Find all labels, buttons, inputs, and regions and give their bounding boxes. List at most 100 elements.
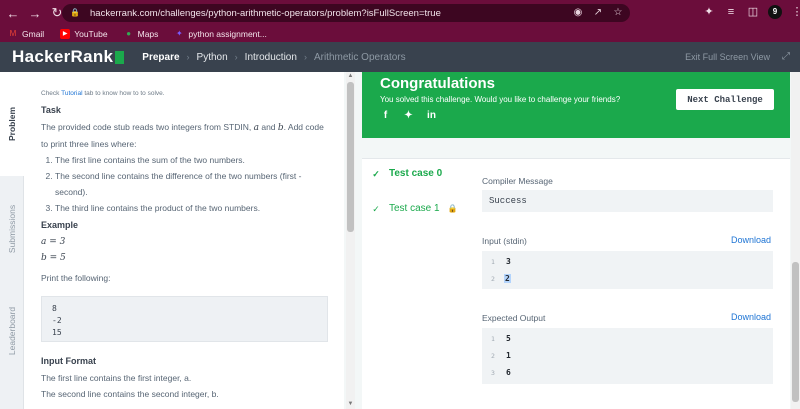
code-line: 1 3	[482, 253, 773, 270]
exit-fullscreen-link[interactable]: Exit Full Screen View	[685, 52, 770, 62]
side-panel-icon[interactable]: ◫	[746, 5, 760, 19]
share-icon[interactable]: ↗	[592, 7, 604, 19]
tab-label: Problem	[7, 106, 18, 142]
menu-icon[interactable]: ⋮	[790, 5, 800, 19]
test-results-panel: ✓ Test case 0 ✓ Test case 1 🔒 Compiler M…	[362, 158, 790, 409]
scroll-thumb[interactable]	[792, 262, 799, 402]
tutorial-hint: Check Tutorial tab to know how to to sol…	[41, 90, 328, 97]
scroll-down-icon[interactable]: ▼	[346, 400, 355, 409]
input-format-heading: Input Format	[41, 356, 96, 366]
problem-statement: Check Tutorial tab to know how to to sol…	[24, 72, 344, 409]
output-line: -2	[52, 316, 62, 325]
code-line: 2 1	[482, 347, 773, 364]
code-value: 1	[506, 351, 511, 360]
hint-prefix: Check	[41, 90, 62, 97]
lock-icon: 🔒	[70, 8, 80, 17]
crumb-prepare[interactable]: Prepare	[142, 52, 179, 63]
logo-square-icon	[115, 50, 125, 64]
tab-problem[interactable]: Problem	[0, 72, 24, 176]
code-value: 2	[504, 274, 511, 283]
social-share: f ✦ in	[380, 110, 790, 121]
download-output-link[interactable]: Download	[731, 312, 771, 322]
crumb-introduction[interactable]: Introduction	[245, 52, 297, 63]
twitter-icon[interactable]: ✦	[403, 110, 414, 121]
site-header: HackerRank Prepare › Python › Introducti…	[0, 42, 800, 72]
bookmark-python-assignment[interactable]: ✦ python assignment...	[174, 29, 267, 39]
line-number: 2	[491, 274, 495, 283]
crumb-python[interactable]: Python	[197, 52, 228, 63]
chevron-right-icon: ›	[186, 52, 190, 62]
code-value: 3	[506, 257, 511, 266]
check-circle-icon: ✓	[372, 168, 380, 179]
tutorial-link[interactable]: Tutorial	[61, 90, 82, 97]
input-label: Input (stdin)	[482, 236, 527, 246]
lock-icon: 🔒	[447, 204, 458, 213]
list-item: The second line contains the difference …	[55, 168, 328, 200]
vertical-tabs: Problem Submissions Leaderboard	[0, 72, 24, 409]
address-url: hackerrank.com/challenges/python-arithme…	[90, 7, 441, 19]
line-number: 1	[491, 334, 495, 343]
reading-list-icon[interactable]: ≡	[724, 5, 738, 19]
back-icon[interactable]: ←	[4, 4, 22, 22]
compiler-message: Success	[482, 190, 773, 212]
bookmark-label: Gmail	[22, 29, 45, 39]
task-list: The first line contains the sum of the t…	[41, 152, 328, 216]
test-case-label: Test case 0	[389, 168, 443, 179]
tab-leaderboard[interactable]: Leaderboard	[0, 286, 24, 376]
task-and: and	[258, 122, 278, 132]
example-b: b = 5	[41, 253, 66, 263]
print-following: Print the following:	[41, 273, 111, 283]
address-bar[interactable]: 🔒 hackerrank.com/challenges/python-arith…	[62, 4, 630, 22]
example-heading: Example	[41, 220, 79, 230]
download-input-link[interactable]: Download	[731, 235, 771, 245]
input-line-1: The first line contains the first intege…	[41, 373, 192, 383]
line-number: 2	[491, 351, 495, 360]
output-line: 8	[52, 304, 57, 313]
results-scrollbar[interactable]	[791, 72, 800, 409]
facebook-icon[interactable]: f	[380, 110, 391, 121]
test-case-label: Test case 1	[389, 203, 440, 214]
breadcrumb: Prepare › Python › Introduction › Arithm…	[142, 52, 405, 63]
collapse-icon[interactable]: ⤢	[782, 51, 790, 62]
scroll-thumb[interactable]	[347, 82, 354, 232]
code-line: 3 6	[482, 364, 773, 381]
expected-output-box: 1 5 2 1 3 6	[482, 328, 773, 384]
bookmark-youtube[interactable]: ▶ YouTube	[60, 29, 108, 39]
chevron-right-icon: ›	[303, 52, 307, 62]
bookmark-icon: ✦	[176, 29, 183, 38]
input-line-2: The second line contains the second inte…	[41, 389, 219, 399]
code-line: 1 5	[482, 330, 773, 347]
bookmark-label: Maps	[137, 29, 159, 39]
example-a: a = 3	[41, 237, 66, 247]
hackerrank-logo[interactable]: HackerRank	[12, 47, 125, 67]
problem-scrollbar[interactable]: ▲ ▼	[346, 72, 355, 409]
bookmark-gmail[interactable]: M Gmail	[8, 29, 45, 39]
profile-avatar[interactable]: 9	[768, 5, 782, 19]
tab-submissions[interactable]: Submissions	[0, 184, 24, 274]
bookmarks-bar: M Gmail ▶ YouTube ● Maps ✦ python assign…	[0, 26, 800, 42]
star-icon[interactable]: ☆	[612, 7, 624, 19]
expected-output-label: Expected Output	[482, 313, 546, 323]
gmail-icon: M	[9, 29, 17, 38]
forward-icon[interactable]: →	[26, 4, 44, 22]
hint-suffix: tab to know how to to solve.	[82, 90, 165, 97]
task-text-1: The provided code stub reads two integer…	[41, 122, 254, 132]
compiler-message-label: Compiler Message	[482, 176, 553, 186]
task-text: The provided code stub reads two integer…	[41, 119, 328, 152]
google-lens-icon[interactable]: ◉	[572, 7, 584, 19]
scroll-up-icon[interactable]: ▲	[346, 72, 355, 81]
test-case-0[interactable]: ✓ Test case 0	[371, 168, 442, 179]
code-value: 5	[506, 334, 511, 343]
code-line: 2 2	[482, 270, 773, 287]
linkedin-icon[interactable]: in	[426, 110, 437, 121]
bookmark-maps[interactable]: ● Maps	[124, 29, 159, 39]
test-case-1[interactable]: ✓ Test case 1 🔒	[371, 203, 458, 214]
next-challenge-button[interactable]: Next Challenge	[676, 89, 774, 110]
crumb-arithmetic-operators: Arithmetic Operators	[313, 51, 406, 63]
list-item: The first line contains the sum of the t…	[55, 152, 328, 168]
extensions-icon[interactable]: ✦	[702, 5, 716, 19]
line-number: 3	[491, 368, 495, 377]
browser-toolbar: ← → ↻ 🔒 hackerrank.com/challenges/python…	[0, 0, 800, 26]
tab-label: Leaderboard	[7, 306, 17, 356]
input-box: 1 3 2 2	[482, 251, 773, 289]
